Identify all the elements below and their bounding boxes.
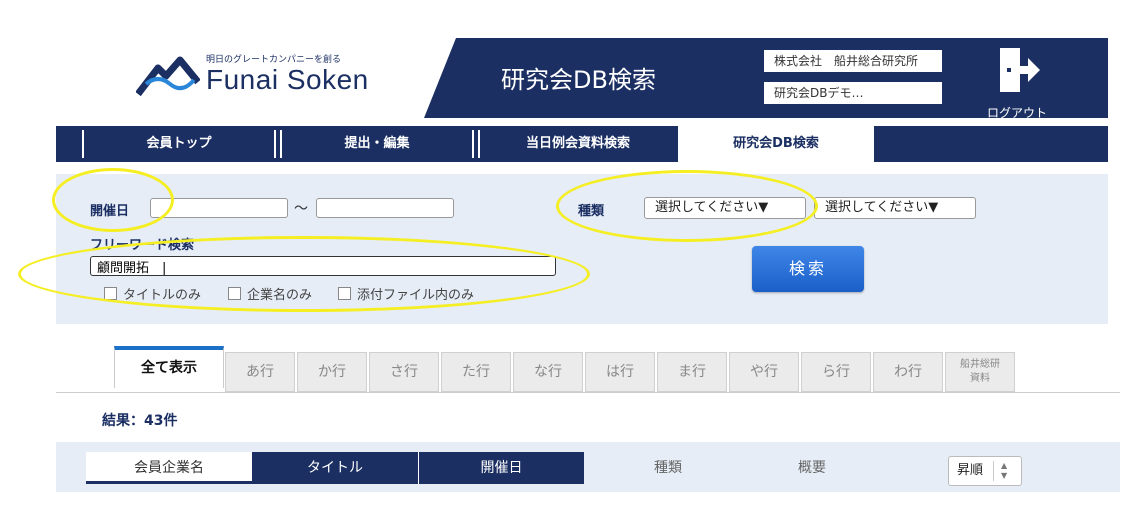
sort-date[interactable]: 開催日 xyxy=(418,452,584,484)
tab-na-row[interactable]: な行 xyxy=(513,352,583,392)
tab-sa-row[interactable]: さ行 xyxy=(369,352,439,392)
nav-item-submit-edit[interactable]: 提出・編集 xyxy=(282,126,472,162)
date-range-separator: ～ xyxy=(294,201,308,217)
tab-ta-row[interactable]: た行 xyxy=(441,352,511,392)
highlight-ring-freeword xyxy=(18,236,590,312)
sort-order-select[interactable]: 昇順 ▲ ▼ xyxy=(948,456,1022,486)
sort-company-name[interactable]: 会員企業名 xyxy=(86,452,252,484)
sort-arrows-icon: ▲ ▼ xyxy=(1001,461,1008,480)
logout-icon xyxy=(1000,48,1040,92)
user-name: 研究会DBデモ… xyxy=(764,82,942,104)
highlight-ring-type xyxy=(556,170,818,242)
nav-separator xyxy=(472,130,474,158)
tab-ha-row[interactable]: は行 xyxy=(585,352,655,392)
tab-ra-row[interactable]: ら行 xyxy=(801,352,871,392)
result-count: 結果：43件 xyxy=(102,413,178,429)
tab-wa-row[interactable]: わ行 xyxy=(873,352,943,392)
sort-order-label: 昇順 xyxy=(957,463,984,478)
sort-summary[interactable]: 概要 xyxy=(740,452,884,484)
nav-item-db-search[interactable]: 研究会DB検索 xyxy=(678,126,874,162)
logout-button[interactable]: ログアウト xyxy=(982,44,1052,120)
logo-area: 明日のグレートカンパニーを創る Funai Soken xyxy=(56,38,456,118)
type-select-secondary[interactable]: 選択してください▼ xyxy=(814,197,976,219)
sort-title[interactable]: タイトル xyxy=(252,452,418,484)
sort-type[interactable]: 種類 xyxy=(596,452,740,484)
date-to-input[interactable] xyxy=(316,198,454,218)
tab-funai-docs[interactable]: 船井総研 資料 xyxy=(945,352,1015,392)
sort-bar: 会員企業名 タイトル 開催日 種類 概要 昇順 ▲ ▼ xyxy=(56,442,1120,492)
search-button[interactable]: 検索 xyxy=(752,246,864,292)
tabs-divider xyxy=(56,392,1120,393)
tab-a-row[interactable]: あ行 xyxy=(225,352,295,392)
nav-separator xyxy=(274,130,276,158)
logout-label: ログアウト xyxy=(986,106,1047,120)
tab-ya-row[interactable]: や行 xyxy=(729,352,799,392)
highlight-ring-date xyxy=(52,168,174,232)
sort-order-divider xyxy=(993,461,994,481)
app-title: 研究会DB検索 xyxy=(501,66,656,94)
tab-all[interactable]: 全て表示 xyxy=(114,346,224,388)
company-name: 株式会社 船井総合研究所 xyxy=(764,50,942,72)
tab-funai-docs-line1: 船井総研 xyxy=(960,359,1000,370)
tab-funai-docs-line2: 資料 xyxy=(970,373,990,384)
logo-text: Funai Soken xyxy=(206,64,369,95)
nav-item-meeting-docs[interactable]: 当日例会資料検索 xyxy=(480,126,676,162)
main-nav: 会員トップ 提出・編集 当日例会資料検索 研究会DB検索 xyxy=(56,126,1108,162)
tab-ma-row[interactable]: ま行 xyxy=(657,352,727,392)
app-header: 明日のグレートカンパニーを創る Funai Soken 研究会DB検索 株式会社… xyxy=(56,38,1108,120)
funai-logo-icon xyxy=(136,56,200,97)
tab-ka-row[interactable]: か行 xyxy=(297,352,367,392)
nav-item-member-top[interactable]: 会員トップ xyxy=(84,126,274,162)
